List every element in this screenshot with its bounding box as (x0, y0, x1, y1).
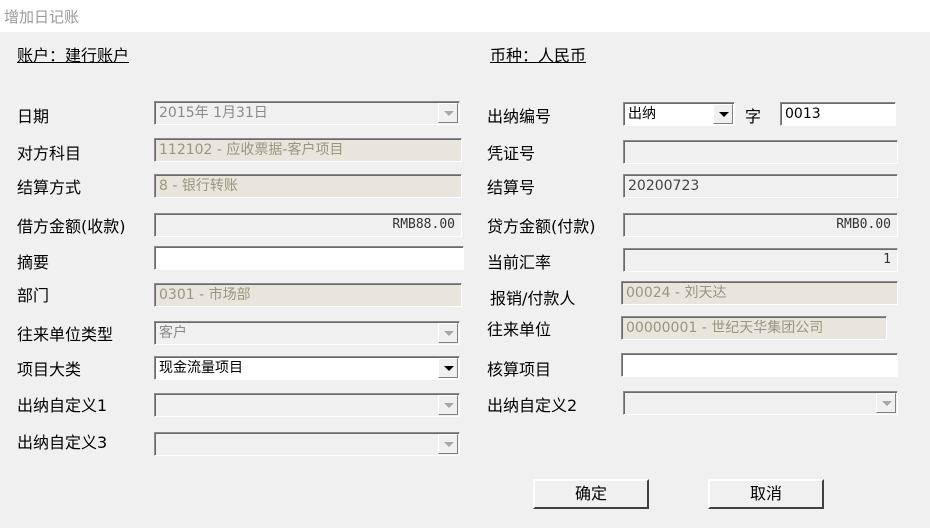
project-class-select[interactable]: 现金流量项目 (154, 356, 460, 380)
counter-subject-field[interactable]: 112102 - 应收票据-客户项目 (154, 138, 462, 162)
summary-input[interactable] (154, 246, 464, 270)
partner-type-label: 往来单位类型 (17, 325, 114, 344)
date-value: 2015年 1月31日 (159, 105, 268, 121)
ok-button[interactable]: 确定 (533, 479, 649, 509)
date-select[interactable]: 2015年 1月31日 (154, 101, 460, 125)
chevron-down-icon[interactable] (438, 434, 458, 454)
custom3-select[interactable] (154, 432, 460, 456)
partner-type-select[interactable]: 客户 (154, 321, 460, 345)
chevron-down-icon[interactable] (438, 395, 458, 415)
cancel-button[interactable]: 取消 (708, 479, 824, 509)
dept-value: 0301 - 市场部 (159, 287, 251, 303)
rate-field[interactable]: 1 (623, 248, 898, 272)
cashier-num-input[interactable]: 0013 (780, 102, 896, 126)
payer-field[interactable]: 00024 - 刘天达 (621, 281, 898, 305)
payer-label: 报销/付款人 (490, 289, 576, 308)
counter-subject-label: 对方科目 (17, 144, 82, 163)
debit-value: RMB88.00 (392, 217, 455, 232)
chevron-down-icon[interactable] (438, 323, 458, 343)
payer-value: 00024 - 刘天达 (626, 285, 727, 301)
settle-method-label: 结算方式 (17, 178, 82, 197)
credit-label: 贷方金额(付款) (487, 217, 596, 236)
settle-no-value: 20200723 (628, 178, 700, 194)
settle-method-field[interactable]: 8 - 银行转账 (154, 174, 462, 198)
partner-value: 00000001 - 世纪天华集团公司 (626, 320, 824, 336)
zi-label: 字 (745, 107, 762, 126)
cashier-no-label: 出纳编号 (487, 107, 552, 126)
debit-label: 借方金额(收款) (17, 217, 126, 236)
partner-type-value: 客户 (159, 325, 187, 341)
project-class-value: 现金流量项目 (159, 360, 243, 376)
debit-field[interactable]: RMB88.00 (154, 213, 462, 237)
project-class-label: 项目大类 (17, 360, 82, 379)
credit-value: RMB0.00 (836, 217, 891, 232)
title-bar: 增加日记账 (0, 0, 930, 32)
account-label: 账户：建行账户 (17, 46, 130, 65)
credit-field[interactable]: RMB0.00 (623, 213, 898, 237)
chevron-down-icon[interactable] (713, 104, 733, 124)
currency-label: 币种：人民币 (490, 46, 587, 65)
voucher-no-field[interactable] (623, 140, 898, 164)
window-title: 增加日记账 (4, 8, 80, 26)
voucher-no-label: 凭证号 (487, 144, 536, 163)
chevron-down-icon[interactable] (438, 103, 458, 123)
accounting-item-label: 核算项目 (487, 360, 552, 379)
dept-label: 部门 (17, 286, 50, 305)
cashier-type-value: 出纳 (628, 106, 656, 122)
settle-no-field[interactable]: 20200723 (623, 174, 898, 198)
partner-label: 往来单位 (487, 320, 552, 339)
rate-label: 当前汇率 (487, 253, 552, 272)
accounting-item-input[interactable] (621, 353, 898, 377)
custom3-label: 出纳自定义3 (17, 433, 108, 452)
dept-field[interactable]: 0301 - 市场部 (154, 283, 462, 307)
summary-label: 摘要 (17, 253, 50, 272)
counter-subject-value: 112102 - 应收票据-客户项目 (159, 142, 344, 158)
partner-field[interactable]: 00000001 - 世纪天华集团公司 (621, 316, 887, 340)
chevron-down-icon[interactable] (876, 393, 896, 413)
settle-method-value: 8 - 银行转账 (159, 178, 238, 194)
custom2-label: 出纳自定义2 (487, 396, 578, 415)
rate-value: 1 (883, 252, 891, 267)
cashier-num-value: 0013 (785, 106, 821, 122)
cashier-type-select[interactable]: 出纳 (623, 102, 735, 126)
chevron-down-icon[interactable] (438, 358, 458, 378)
custom1-label: 出纳自定义1 (17, 396, 108, 415)
custom2-select[interactable] (623, 391, 898, 415)
date-label: 日期 (17, 107, 50, 126)
settle-no-label: 结算号 (487, 178, 536, 197)
custom1-select[interactable] (154, 393, 460, 417)
